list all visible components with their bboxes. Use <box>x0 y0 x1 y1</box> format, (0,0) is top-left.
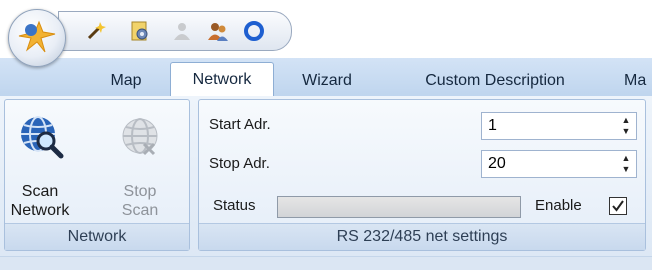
tab-network[interactable]: Network <box>170 62 274 97</box>
globe-search-icon <box>21 116 64 159</box>
tab-truncated[interactable]: Ma <box>624 66 652 96</box>
group-network-label: Network <box>5 223 189 250</box>
start-address-value: 1 <box>488 117 497 134</box>
globe-stop-icon <box>122 118 158 156</box>
spinner-arrows-icon[interactable]: ▲ ▼ <box>620 153 632 175</box>
stop-scan-button[interactable]: Stop Scan <box>109 106 171 219</box>
group-rs-settings: Start Adr. 1 ▲ ▼ Stop Adr. 20 ▲ ▼ Status E… <box>198 99 646 251</box>
user-gray-icon[interactable] <box>171 20 193 42</box>
quick-access-toolbar <box>58 11 292 51</box>
enable-checkbox[interactable] <box>609 197 627 215</box>
stop-address-label: Stop Adr. <box>209 155 270 172</box>
stop-scan-label: Stop Scan <box>121 183 159 219</box>
start-address-label: Start Adr. <box>209 116 271 133</box>
app-logo-icon <box>18 20 56 53</box>
ribbon-tab-strip: Map Network Wizard Custom Description Ma <box>0 58 652 97</box>
bottom-strip <box>0 256 652 270</box>
checkmark-icon <box>612 200 624 212</box>
spinner-arrows-icon[interactable]: ▲ ▼ <box>620 115 632 137</box>
enable-label: Enable <box>535 197 582 214</box>
group-rs-settings-label: RS 232/485 net settings <box>199 223 645 250</box>
status-label: Status <box>213 197 256 214</box>
wand-icon[interactable] <box>85 20 107 42</box>
ribbon-body: Scan Network Stop Scan Network Start Adr… <box>0 96 652 256</box>
status-progress-bar <box>277 196 521 218</box>
document-gear-icon[interactable] <box>129 20 151 42</box>
tab-wizard[interactable]: Wizard <box>296 66 358 96</box>
stop-address-spinner[interactable]: 20 ▲ ▼ <box>481 150 637 178</box>
tab-map[interactable]: Map <box>103 66 149 96</box>
title-bar <box>0 0 652 67</box>
scan-network-button[interactable]: Scan Network <box>9 106 71 219</box>
group-network: Scan Network Stop Scan Network <box>4 99 190 251</box>
tab-custom-description[interactable]: Custom Description <box>402 66 588 96</box>
ring-icon[interactable] <box>243 20 265 42</box>
scan-network-label: Scan Network <box>10 183 70 219</box>
start-address-spinner[interactable]: 1 ▲ ▼ <box>481 112 637 140</box>
application-menu-button[interactable] <box>8 9 66 67</box>
stop-address-value: 20 <box>488 155 506 172</box>
users-icon[interactable] <box>207 20 229 42</box>
